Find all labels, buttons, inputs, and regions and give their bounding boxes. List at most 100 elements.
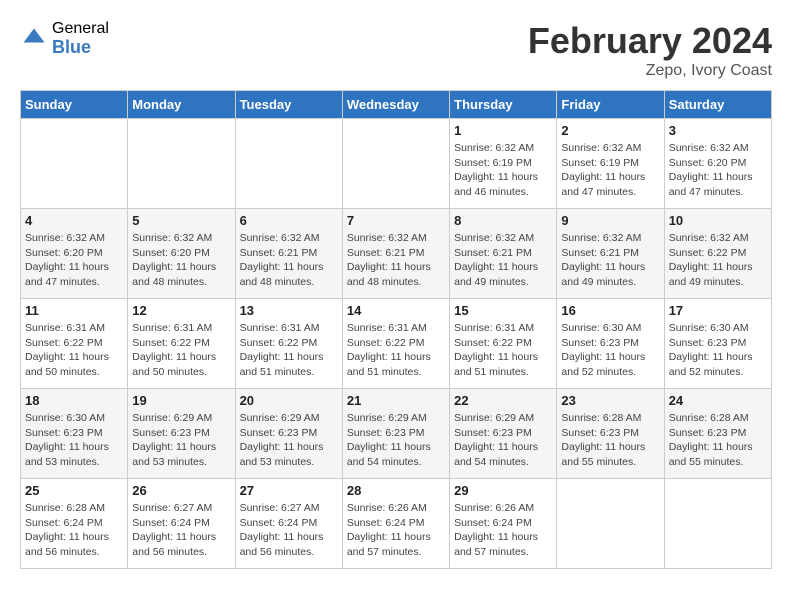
day-info: Sunrise: 6:32 AMSunset: 6:20 PMDaylight:… [132, 231, 230, 290]
day-info: Sunrise: 6:32 AMSunset: 6:21 PMDaylight:… [561, 231, 659, 290]
calendar-cell: 3 Sunrise: 6:32 AMSunset: 6:20 PMDaylight… [664, 119, 771, 209]
day-info: Sunrise: 6:29 AMSunset: 6:23 PMDaylight:… [347, 411, 445, 470]
location: Zepo, Ivory Coast [528, 62, 772, 80]
day-number: 17 [669, 303, 767, 318]
day-number: 18 [25, 393, 123, 408]
header-monday: Monday [128, 91, 235, 119]
day-info: Sunrise: 6:31 AMSunset: 6:22 PMDaylight:… [454, 321, 552, 380]
day-info: Sunrise: 6:32 AMSunset: 6:19 PMDaylight:… [561, 141, 659, 200]
day-number: 15 [454, 303, 552, 318]
month-year: February 2024 [528, 20, 772, 62]
calendar-cell: 13 Sunrise: 6:31 AMSunset: 6:22 PMDayligh… [235, 299, 342, 389]
calendar-cell: 20 Sunrise: 6:29 AMSunset: 6:23 PMDayligh… [235, 389, 342, 479]
day-number: 14 [347, 303, 445, 318]
calendar-week-3: 11 Sunrise: 6:31 AMSunset: 6:22 PMDayligh… [21, 299, 772, 389]
day-info: Sunrise: 6:32 AMSunset: 6:22 PMDaylight:… [669, 231, 767, 290]
calendar-cell: 19 Sunrise: 6:29 AMSunset: 6:23 PMDayligh… [128, 389, 235, 479]
day-info: Sunrise: 6:32 AMSunset: 6:20 PMDaylight:… [669, 141, 767, 200]
calendar-cell [664, 479, 771, 569]
day-number: 10 [669, 213, 767, 228]
calendar-week-5: 25 Sunrise: 6:28 AMSunset: 6:24 PMDayligh… [21, 479, 772, 569]
day-number: 8 [454, 213, 552, 228]
day-number: 6 [240, 213, 338, 228]
calendar-cell: 4 Sunrise: 6:32 AMSunset: 6:20 PMDaylight… [21, 209, 128, 299]
day-info: Sunrise: 6:29 AMSunset: 6:23 PMDaylight:… [132, 411, 230, 470]
header-thursday: Thursday [450, 91, 557, 119]
day-info: Sunrise: 6:28 AMSunset: 6:23 PMDaylight:… [561, 411, 659, 470]
calendar-cell: 16 Sunrise: 6:30 AMSunset: 6:23 PMDayligh… [557, 299, 664, 389]
calendar-cell: 28 Sunrise: 6:26 AMSunset: 6:24 PMDayligh… [342, 479, 449, 569]
calendar-cell [128, 119, 235, 209]
day-info: Sunrise: 6:31 AMSunset: 6:22 PMDaylight:… [25, 321, 123, 380]
calendar-cell [235, 119, 342, 209]
day-number: 7 [347, 213, 445, 228]
day-info: Sunrise: 6:30 AMSunset: 6:23 PMDaylight:… [561, 321, 659, 380]
day-number: 26 [132, 483, 230, 498]
day-info: Sunrise: 6:31 AMSunset: 6:22 PMDaylight:… [347, 321, 445, 380]
calendar-week-1: 1Sunrise: 6:32 AMSunset: 6:19 PMDaylight… [21, 119, 772, 209]
day-info: Sunrise: 6:32 AMSunset: 6:21 PMDaylight:… [240, 231, 338, 290]
day-number: 27 [240, 483, 338, 498]
calendar-cell: 9Sunrise: 6:32 AMSunset: 6:21 PMDaylight… [557, 209, 664, 299]
day-number: 3 [669, 123, 767, 138]
header-friday: Friday [557, 91, 664, 119]
calendar-cell: 6 Sunrise: 6:32 AMSunset: 6:21 PMDaylight… [235, 209, 342, 299]
day-number: 13 [240, 303, 338, 318]
day-info: Sunrise: 6:32 AMSunset: 6:20 PMDaylight:… [25, 231, 123, 290]
day-info: Sunrise: 6:32 AMSunset: 6:19 PMDaylight:… [454, 141, 552, 200]
day-number: 12 [132, 303, 230, 318]
calendar-cell: 24 Sunrise: 6:28 AMSunset: 6:23 PMDayligh… [664, 389, 771, 479]
header-sunday: Sunday [21, 91, 128, 119]
logo-blue: Blue [52, 38, 109, 58]
header-tuesday: Tuesday [235, 91, 342, 119]
calendar-cell: 25 Sunrise: 6:28 AMSunset: 6:24 PMDayligh… [21, 479, 128, 569]
calendar-cell: 11 Sunrise: 6:31 AMSunset: 6:22 PMDayligh… [21, 299, 128, 389]
calendar-cell: 18 Sunrise: 6:30 AMSunset: 6:23 PMDayligh… [21, 389, 128, 479]
day-info: Sunrise: 6:27 AMSunset: 6:24 PMDaylight:… [132, 501, 230, 560]
day-info: Sunrise: 6:30 AMSunset: 6:23 PMDaylight:… [25, 411, 123, 470]
day-info: Sunrise: 6:30 AMSunset: 6:23 PMDaylight:… [669, 321, 767, 380]
day-number: 11 [25, 303, 123, 318]
day-info: Sunrise: 6:32 AMSunset: 6:21 PMDaylight:… [347, 231, 445, 290]
logo-text: General Blue [52, 20, 109, 57]
day-info: Sunrise: 6:31 AMSunset: 6:22 PMDaylight:… [132, 321, 230, 380]
calendar-week-2: 4 Sunrise: 6:32 AMSunset: 6:20 PMDaylight… [21, 209, 772, 299]
logo: General Blue [20, 20, 109, 57]
calendar-cell: 12 Sunrise: 6:31 AMSunset: 6:22 PMDayligh… [128, 299, 235, 389]
calendar-cell: 27Sunrise: 6:27 AMSunset: 6:24 PMDayligh… [235, 479, 342, 569]
calendar-cell: 15 Sunrise: 6:31 AMSunset: 6:22 PMDayligh… [450, 299, 557, 389]
day-number: 16 [561, 303, 659, 318]
day-number: 23 [561, 393, 659, 408]
day-info: Sunrise: 6:28 AMSunset: 6:24 PMDaylight:… [25, 501, 123, 560]
day-number: 2 [561, 123, 659, 138]
day-info: Sunrise: 6:32 AMSunset: 6:21 PMDaylight:… [454, 231, 552, 290]
logo-general: General [52, 20, 109, 38]
day-info: Sunrise: 6:26 AMSunset: 6:24 PMDaylight:… [454, 501, 552, 560]
calendar-week-4: 18 Sunrise: 6:30 AMSunset: 6:23 PMDayligh… [21, 389, 772, 479]
day-number: 28 [347, 483, 445, 498]
calendar-cell: 14 Sunrise: 6:31 AMSunset: 6:22 PMDayligh… [342, 299, 449, 389]
header: General Blue February 2024 Zepo, Ivory C… [20, 20, 772, 80]
calendar-cell: 22Sunrise: 6:29 AMSunset: 6:23 PMDayligh… [450, 389, 557, 479]
day-info: Sunrise: 6:29 AMSunset: 6:23 PMDaylight:… [454, 411, 552, 470]
calendar-cell [342, 119, 449, 209]
day-info: Sunrise: 6:26 AMSunset: 6:24 PMDaylight:… [347, 501, 445, 560]
day-number: 21 [347, 393, 445, 408]
calendar-cell: 7 Sunrise: 6:32 AMSunset: 6:21 PMDaylight… [342, 209, 449, 299]
header-saturday: Saturday [664, 91, 771, 119]
day-number: 24 [669, 393, 767, 408]
day-info: Sunrise: 6:31 AMSunset: 6:22 PMDaylight:… [240, 321, 338, 380]
calendar-cell: 21 Sunrise: 6:29 AMSunset: 6:23 PMDayligh… [342, 389, 449, 479]
day-number: 4 [25, 213, 123, 228]
header-wednesday: Wednesday [342, 91, 449, 119]
day-info: Sunrise: 6:28 AMSunset: 6:23 PMDaylight:… [669, 411, 767, 470]
calendar-header-row: SundayMondayTuesdayWednesdayThursdayFrid… [21, 91, 772, 119]
day-number: 25 [25, 483, 123, 498]
calendar-cell [21, 119, 128, 209]
calendar-cell [557, 479, 664, 569]
day-number: 19 [132, 393, 230, 408]
day-number: 20 [240, 393, 338, 408]
calendar-cell: 29Sunrise: 6:26 AMSunset: 6:24 PMDayligh… [450, 479, 557, 569]
day-number: 5 [132, 213, 230, 228]
day-info: Sunrise: 6:29 AMSunset: 6:23 PMDaylight:… [240, 411, 338, 470]
